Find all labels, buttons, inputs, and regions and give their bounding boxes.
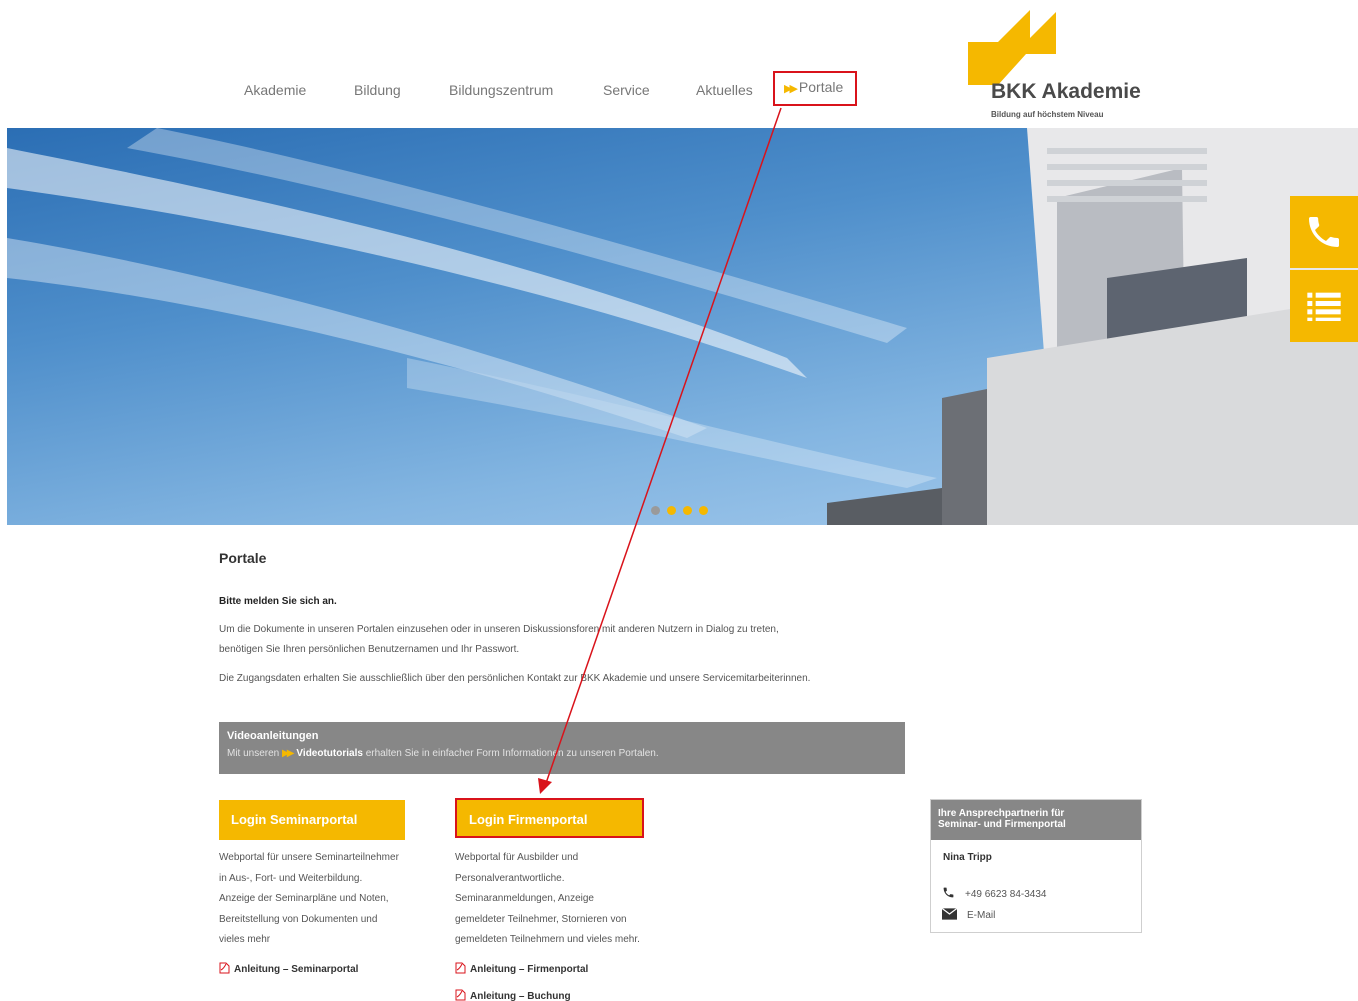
contact-email[interactable]: E-Mail <box>941 907 996 921</box>
seminar-description: Webportal für unsere Seminarteilnehmer i… <box>219 848 399 951</box>
contact-heading-line: Seminar- und Firmenportal <box>938 819 1066 830</box>
guide-seminarportal-link[interactable]: Anleitung – Seminarportal <box>219 962 358 975</box>
slider-dots <box>651 502 715 520</box>
hero-image <box>7 128 1358 525</box>
content-area: Portale Bitte melden Sie sich an. Um die… <box>219 550 909 684</box>
guide-firmenportal-link[interactable]: Anleitung – Firmenportal <box>455 962 588 975</box>
contact-heading: Ihre Ansprechpartnerin für Seminar- und … <box>931 800 1141 840</box>
contact-heading-line: Ihre Ansprechpartnerin für <box>938 808 1065 819</box>
seminar-desc-line: in Aus-, Fort- und Weiterbildung. <box>219 872 363 884</box>
list-icon <box>1307 292 1341 321</box>
nav-item-service[interactable]: Service <box>603 80 650 100</box>
phone-button[interactable] <box>1290 196 1358 268</box>
slider-dot[interactable] <box>667 506 676 515</box>
slider-dot[interactable] <box>651 506 660 515</box>
nav-item-portale[interactable]: ▶▶ Portale <box>773 71 858 106</box>
contact-phone[interactable]: +49 6623 84-3434 <box>942 886 1046 900</box>
firm-desc-line: Personalverantwortliche. <box>455 872 565 884</box>
firm-desc-line: Webportal für Ausbilder und <box>455 852 579 863</box>
nav-item-portale-label: Portale <box>798 79 844 95</box>
firm-desc-line: gemeldeten Teilnehmern und vieles mehr. <box>455 934 640 945</box>
seminar-desc-line: Webportal für unsere Seminarteilnehmer <box>219 852 399 863</box>
pdf-icon <box>219 962 230 974</box>
firm-desc-line: gemeldeter Teilnehmer, Stornieren von <box>455 913 627 925</box>
seminar-desc-line: Bereitstellung von Dokumenten und <box>219 913 378 925</box>
logo-tagline: Bildung auf höchstem Niveau <box>991 110 1104 119</box>
guide-firmenportal-label: Anleitung – Firmenportal <box>470 964 589 975</box>
intro-text-line1: Um die Dokumente in unseren Portalen ein… <box>219 624 779 635</box>
login-subtitle: Bitte melden Sie sich an. <box>219 596 337 607</box>
contact-email-label: E-Mail <box>967 910 996 921</box>
video-title: Videoanleitungen <box>227 730 319 742</box>
phone-icon <box>943 887 954 898</box>
firm-description: Webportal für Ausbilder und Personalvera… <box>455 848 640 951</box>
pdf-icon <box>455 989 466 1001</box>
login-seminarportal-button[interactable]: Login Seminarportal <box>219 800 405 840</box>
firm-desc-line: Seminaranmeldungen, Anzeige <box>455 893 594 904</box>
guide-buchung-link[interactable]: Anleitung – Buchung <box>455 989 571 1001</box>
slider-dot[interactable] <box>699 506 708 515</box>
contact-box: Ihre Ansprechpartnerin für Seminar- und … <box>930 799 1142 933</box>
nav-item-aktuelles[interactable]: Aktuelles <box>696 80 753 100</box>
nav-item-bildungszentrum[interactable]: Bildungszentrum <box>449 80 553 100</box>
slider-dot[interactable] <box>683 506 692 515</box>
nav-item-bildung[interactable]: Bildung <box>354 80 401 100</box>
video-tutorials-link[interactable]: Videotutorials <box>296 748 363 759</box>
main-nav: Akademie Bildung Bildungszentrum Service… <box>0 71 900 106</box>
intro-text-line2: benötigen Sie Ihren persönlichen Benutze… <box>219 644 520 655</box>
video-text-after: erhalten Sie in einfacher Form Informati… <box>365 748 659 759</box>
login-firmenportal-button[interactable]: Login Firmenportal <box>455 798 644 838</box>
hero-slider[interactable] <box>7 128 1358 525</box>
pdf-icon <box>455 962 466 974</box>
page-title: Portale <box>219 550 267 566</box>
video-tutorials-box: Videoanleitungen Mit unseren ▶▶ Videotuto… <box>219 722 905 774</box>
contact-name: Nina Tripp <box>943 852 992 863</box>
logo-mark-icon <box>968 10 1056 85</box>
contact-phone-number: +49 6623 84-3434 <box>965 889 1047 900</box>
double-arrow-icon: ▶▶ <box>282 748 295 759</box>
video-text-before: Mit unseren <box>227 748 280 759</box>
envelope-icon <box>941 907 958 920</box>
guide-buchung-label: Anleitung – Buchung <box>470 991 571 1001</box>
guide-seminarportal-label: Anleitung – Seminarportal <box>234 964 359 975</box>
logo[interactable]: BKK Akademie Bildung auf höchstem Niveau <box>958 10 1148 122</box>
logo-name: BKK Akademie <box>991 80 1141 103</box>
seminar-desc-line: Anzeige der Seminarpläne und Noten, <box>219 893 389 904</box>
access-text: Die Zugangsdaten erhalten Sie ausschließ… <box>219 673 811 684</box>
phone-icon <box>1309 217 1339 247</box>
seminar-desc-line: vieles mehr <box>219 934 271 945</box>
video-text: Mit unseren ▶▶ Videotutorials erhalten Si… <box>227 748 897 759</box>
list-button[interactable] <box>1290 270 1358 342</box>
double-arrow-icon: ▶▶ <box>784 83 798 95</box>
nav-item-akademie[interactable]: Akademie <box>244 80 306 100</box>
